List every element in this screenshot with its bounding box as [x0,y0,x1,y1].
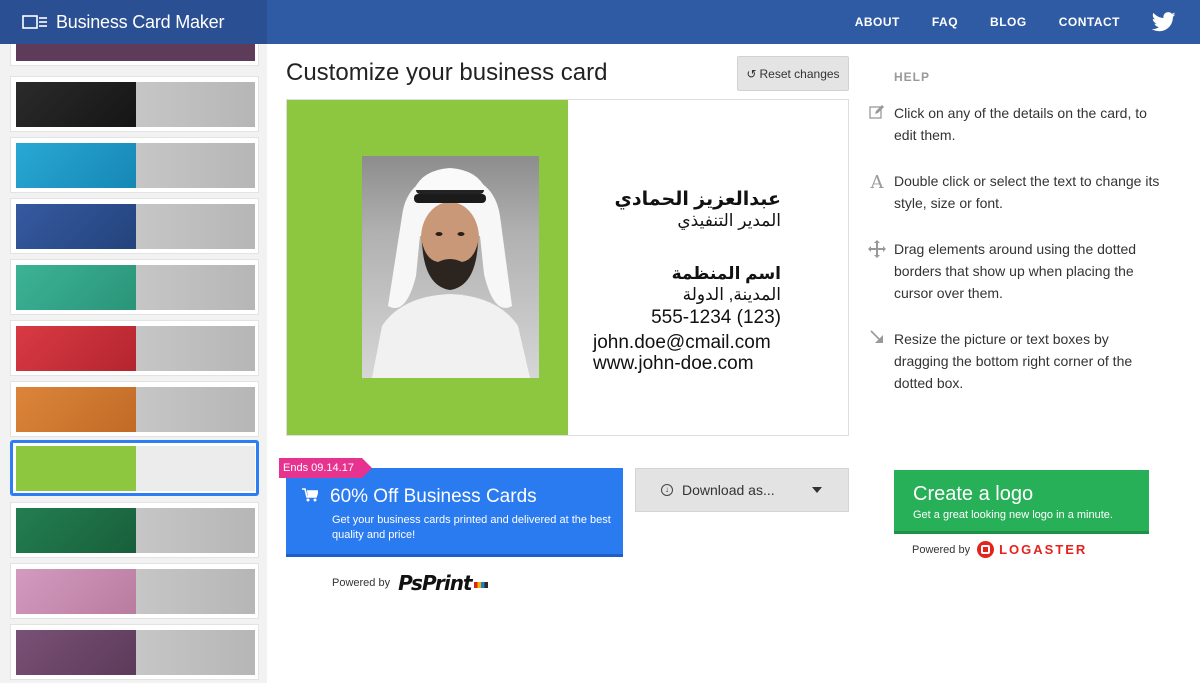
swatch-secondary [136,265,255,310]
nav-faq[interactable]: FAQ [932,15,958,29]
swatch-color [16,630,136,675]
powered-by-logaster[interactable]: Powered by LOGASTER [912,541,1087,558]
help-text-move: Drag elements around using the dotted bo… [894,241,1137,301]
download-dropdown[interactable]: ↓ Download as... [635,468,849,512]
swatch-4[interactable] [10,259,259,315]
create-logo-button[interactable]: Create a logo Get a great looking new lo… [894,470,1149,534]
caret-down-icon [812,487,822,493]
page-title: Customize your business card [286,59,608,86]
download-icon: ↓ [661,484,673,496]
top-nav: ABOUT FAQ BLOG CONTACT [823,0,1200,44]
print-promo-button[interactable]: 60% Off Business Cards Get your business… [286,468,623,557]
swatch-secondary [136,143,255,188]
swatch-8[interactable] [10,502,259,558]
swatch-secondary [136,82,255,127]
nav-about[interactable]: ABOUT [855,15,900,29]
cart-icon [302,488,320,507]
card-name[interactable]: عبدالعزيز الحمادي [614,188,781,211]
reset-changes-button[interactable]: ↺ Reset changes [737,56,849,91]
download-label: Download as... [682,482,775,498]
swatch-secondary [136,446,255,491]
swatch-color [16,446,136,491]
font-icon: A [870,172,884,193]
swatch-1[interactable] [10,76,259,132]
swatch-3[interactable] [10,198,259,254]
help-text-font: Double click or select the text to chang… [894,173,1160,211]
swatch-secondary [136,204,255,249]
swatch-color [16,44,136,61]
help-text-resize: Resize the picture or text boxes by drag… [894,331,1133,391]
swatch-secondary [136,508,255,553]
psprint-wordmark: PsPrint [398,571,472,595]
swatch-color [16,143,136,188]
powered-by-label: Powered by [912,543,971,556]
promo-title: 60% Off Business Cards [330,486,537,507]
card-phone[interactable]: 555-1234 (123) [651,307,781,329]
powered-by-psprint[interactable]: Powered by PsPrint [332,571,488,595]
card-photo[interactable] [362,156,539,378]
promo-ends-badge: Ends 09.14.17 [279,458,372,478]
swatch-secondary [136,569,255,614]
logaster-logo-icon [977,541,995,558]
move-icon [867,240,887,260]
swatch-color [16,204,136,249]
top-bar: Business Card Maker ABOUT FAQ BLOG CONTA… [0,0,1200,44]
card-role[interactable]: المدير التنفيذي [677,211,781,231]
twitter-icon[interactable] [1151,12,1176,32]
nav-contact[interactable]: CONTACT [1059,15,1120,29]
promo-subtitle: Get your business cards printed and deli… [332,514,611,541]
resize-icon [867,330,887,350]
brand-name: Business Card Maker [56,11,225,32]
swatch-color [16,326,136,371]
swatch-2[interactable] [10,137,259,193]
swatch-6[interactable] [10,381,259,437]
edit-icon [867,104,887,124]
swatch-color [16,508,136,553]
card-organization[interactable]: اسم المنظمة [672,264,781,284]
create-logo-title: Create a logo [913,483,1034,505]
swatch-secondary [136,326,255,371]
swatch-color [16,265,136,310]
swatch-9[interactable] [10,563,259,619]
reset-label: Reset changes [759,66,840,81]
swatch-0[interactable] [10,44,259,66]
color-scheme-sidebar[interactable] [0,44,267,683]
powered-by-label: Powered by [332,577,391,589]
help-title: HELP [894,70,931,84]
psprint-color-bars [473,581,488,588]
swatch-color [16,569,136,614]
swatch-secondary [136,630,255,675]
swatch-10[interactable] [10,624,259,680]
undo-icon: ↺ [746,66,757,81]
swatch-secondary [136,44,255,61]
business-card-preview[interactable]: عبدالعزيز الحمادي المدير التنفيذي اسم ال… [286,99,849,436]
swatch-7-selected[interactable] [10,440,259,496]
create-logo-subtitle: Get a great looking new logo in a minute… [913,509,1113,521]
psprint-logo: PsPrint [398,571,488,595]
swatch-5[interactable] [10,320,259,376]
help-text-edit: Click on any of the details on the card,… [894,105,1147,143]
brand[interactable]: Business Card Maker [0,0,267,44]
logaster-wordmark: LOGASTER [999,542,1088,557]
swatch-secondary [136,387,255,432]
nav-blog[interactable]: BLOG [990,15,1027,29]
card-logo-icon [22,15,48,29]
swatch-color [16,387,136,432]
card-location[interactable]: المدينة, الدولة [683,285,781,305]
swatch-color [16,82,136,127]
card-website[interactable]: www.john-doe.com [593,353,754,375]
card-email[interactable]: john.doe@cmail.com [593,332,771,354]
